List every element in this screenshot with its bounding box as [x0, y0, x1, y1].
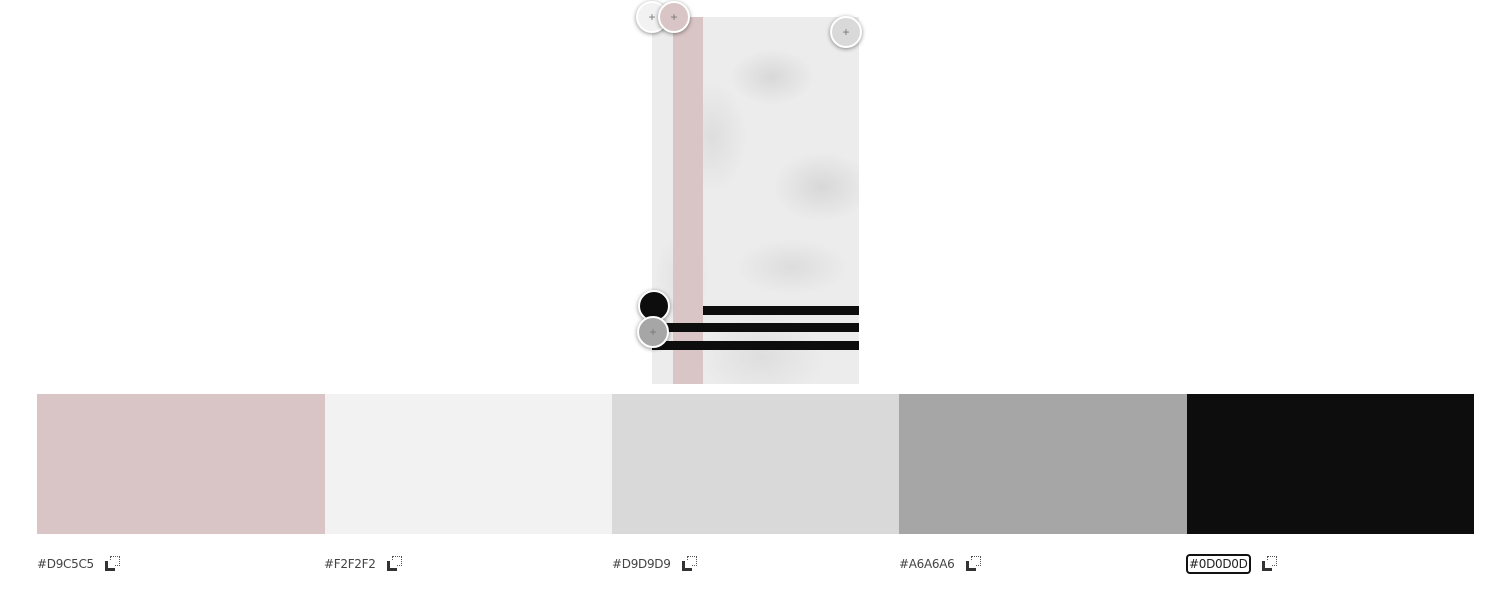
- plus-icon: +: [842, 25, 850, 39]
- hex-code-row: #D9D9D9: [612, 554, 698, 574]
- plus-icon: +: [649, 325, 657, 339]
- hex-code-label[interactable]: #0D0D0D: [1186, 554, 1251, 574]
- source-image: [652, 17, 859, 384]
- hex-code-label[interactable]: #D9C5C5: [37, 555, 94, 573]
- black-stripe: [652, 323, 859, 332]
- color-swatch[interactable]: [37, 394, 325, 534]
- hex-code-row: #D9C5C5: [37, 554, 121, 574]
- color-swatch[interactable]: [899, 394, 1187, 534]
- copy-icon[interactable]: [1261, 556, 1278, 572]
- color-swatch[interactable]: [1187, 394, 1474, 534]
- copy-icon[interactable]: [965, 556, 982, 572]
- copy-icon[interactable]: [104, 556, 121, 572]
- hex-code-row: #F2F2F2: [324, 554, 403, 574]
- plus-icon: +: [670, 10, 678, 24]
- hex-code-row: #A6A6A6: [899, 554, 982, 574]
- color-swatch[interactable]: [325, 394, 612, 534]
- hex-code-label[interactable]: #F2F2F2: [324, 555, 376, 573]
- hex-code-label[interactable]: #A6A6A6: [899, 555, 955, 573]
- plus-icon: +: [648, 10, 656, 24]
- color-picker-handle[interactable]: +: [830, 16, 862, 48]
- hex-code-row: #0D0D0D: [1186, 554, 1278, 574]
- copy-icon[interactable]: [681, 556, 698, 572]
- black-stripe: [652, 341, 859, 350]
- color-swatch[interactable]: [612, 394, 899, 534]
- hex-code-label[interactable]: #D9D9D9: [612, 555, 671, 573]
- black-stripe: [703, 306, 859, 315]
- color-picker-handle[interactable]: +: [658, 1, 690, 33]
- copy-icon[interactable]: [386, 556, 403, 572]
- color-picker-handle[interactable]: +: [637, 316, 669, 348]
